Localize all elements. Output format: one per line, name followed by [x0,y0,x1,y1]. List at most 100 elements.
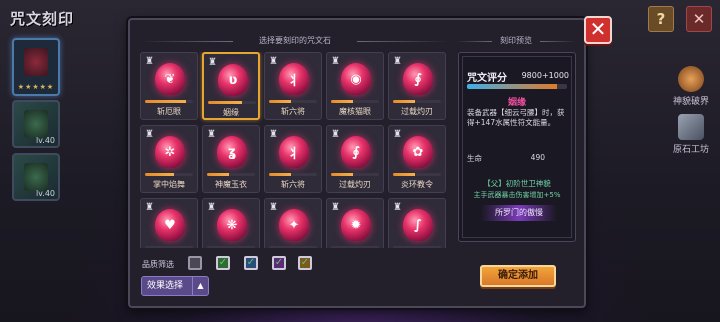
lock-icon: ♜ [269,202,278,213]
rune-tile[interactable]: ♜ ❦ 斩厄眼 [140,52,198,120]
lock-icon: ♜ [207,202,216,213]
rune-gem-icon: ✦ [279,209,309,241]
preview-score-fill [467,84,557,89]
quality-checkbox-purple[interactable]: ✓ [272,256,286,270]
side-card[interactable]: lv.40 [12,100,60,148]
rune-tile[interactable]: ♜ ❋ [202,198,260,248]
lock-icon: ♜ [393,56,402,67]
rune-gem-icon: ♥ [155,209,185,241]
rune-progress-bar [207,173,255,176]
lock-icon: ♜ [208,57,217,68]
close-screen-button[interactable]: ✕ [686,6,712,32]
rune-tile[interactable]: ♜ ✦ [264,198,322,248]
panel-close-button[interactable]: ✕ [584,16,612,44]
rune-progress-fill [269,173,291,176]
rune-progress-fill [393,173,415,176]
quality-checkbox-orange[interactable]: ✓ [298,256,312,270]
rune-tile[interactable]: ♜ ✲ 掌中焰舞 [140,125,198,193]
rune-progress-bar [207,246,255,248]
rune-tile[interactable]: ♜ ✹ [326,198,384,248]
rune-tile[interactable]: ♜ ◉ 魔核猫眼 [326,52,384,120]
lock-icon: ♜ [331,129,340,140]
preview-description: 装备武器【细云弓腰】时，获得+147水属性符文能量。 [467,108,565,127]
rune-gem-icon: ∮ [403,63,433,95]
side-entry-divine-break[interactable]: 神貌破界 [661,66,720,107]
rune-gem-icon: 丬 [279,63,309,95]
rune-name: 掌中焰舞 [153,180,185,189]
card-art [24,163,48,191]
quality-checkbox-green[interactable]: ✓ [216,256,230,270]
confirm-add-button[interactable]: 确定添加 [480,265,556,287]
rune-tile[interactable]: ♜ ♥ [140,198,198,248]
rune-gem-icon: 丬 [279,136,309,168]
lock-icon: ♜ [269,56,278,67]
quality-checkbox-blue[interactable]: ✓ [244,256,258,270]
rune-gem-icon: ∮ [341,136,371,168]
card-level: lv.40 [35,136,55,145]
rune-progress-fill [393,100,415,103]
preview-score-bar [467,84,567,89]
rune-progress-fill [331,173,353,176]
rune-gem-icon: ʋ [218,64,248,96]
help-button[interactable]: ? [648,6,674,32]
rune-gem-icon: ✿ [403,136,433,168]
rune-name: 斩厄眼 [157,107,181,116]
side-entry-ore-workshop[interactable]: 原石工坊 [661,114,720,155]
preview-faction-tag: 所罗门的傲慢 [481,205,557,221]
rune-gem-icon: ∫ [403,209,433,241]
rune-progress-fill [208,101,242,104]
lock-icon: ♜ [145,202,154,213]
effect-select-label: 效果选择 [147,281,184,291]
rune-tile[interactable]: ♜ ʋ 姻缘 [202,52,260,120]
divine-break-icon [678,66,704,92]
rune-tile[interactable]: ♜ ∫ [388,198,446,248]
rune-progress-bar [331,100,379,103]
preview-pane: 咒文评分 9800+1000 姻缘 装备武器【细云弓腰】时，获得+147水属性符… [458,52,576,242]
rune-name: 过载灼刃 [339,180,371,189]
rune-name: 炎环教令 [401,180,433,189]
side-entry-label: 原石工坊 [672,145,709,155]
rune-progress-bar [331,173,379,176]
rune-tile[interactable]: ♜ 丬斩六将 [264,52,322,120]
card-stars: ★★★★★ [17,83,55,91]
rune-gem-icon: ✲ [155,136,185,168]
rune-gem-icon: ❋ [217,209,247,241]
side-card[interactable]: lv.40 [12,153,60,201]
rune-progress-fill [145,100,186,103]
rune-progress-bar [145,246,193,248]
effect-select-dropdown[interactable]: 效果选择 ▲ [141,276,209,296]
rune-progress-fill [145,173,174,176]
rune-progress-bar [331,246,379,248]
lock-icon: ♜ [331,202,340,213]
side-entry-label: 神貌破界 [672,97,709,107]
rune-tile[interactable]: ♜ ∮ 过载灼刃 [388,52,446,120]
engrave-preview-header: 刻印预览 [456,36,576,46]
lock-icon: ♜ [207,129,216,140]
side-card-selected[interactable]: ★★★★★ [12,38,60,96]
ore-workshop-icon [678,114,704,140]
lock-icon: ♜ [269,129,278,140]
rune-progress-bar [145,173,193,176]
select-rune-header: 选择要刻印的咒文石 [140,36,450,46]
preview-score-label: 咒文评分 [467,73,507,84]
rune-tile[interactable]: ♜ 丬斩六将 [264,125,322,193]
rune-tile[interactable]: ♜ ʓ 神魔玉衣 [202,125,260,193]
lock-icon: ♜ [145,56,154,67]
rune-progress-fill [269,100,291,103]
preview-stat-value: 490 [530,153,545,162]
rune-progress-bar [269,246,317,248]
rune-grid: ♜ ❦ 斩厄眼 ♜ ʋ 姻缘 ♜ 丬斩六将 ♜ ◉ 魔核猫眼 ♜ ∮ 过载灼刃 ♜ ✲ 掌中焰舞 ♜ ʓ 神魔玉衣 ♜ 丬… [140,52,448,248]
caret-up-icon: ▲ [192,277,208,295]
rune-gem-icon: ❦ [155,63,185,95]
card-level: lv.40 [35,189,55,198]
rune-progress-bar [269,173,317,176]
rune-progress-bar [208,101,256,104]
rune-progress-bar [145,100,193,103]
rune-tile[interactable]: ♜ ∮ 过载灼刃 [326,125,384,193]
quality-checkbox-gray[interactable] [188,256,202,270]
lock-icon: ♜ [331,56,340,67]
rune-tile[interactable]: ♜ ✿ 炎环教令 [388,125,446,193]
rune-gem-icon: ✹ [341,209,371,241]
rune-progress-bar [269,100,317,103]
lock-icon: ♜ [393,129,402,140]
